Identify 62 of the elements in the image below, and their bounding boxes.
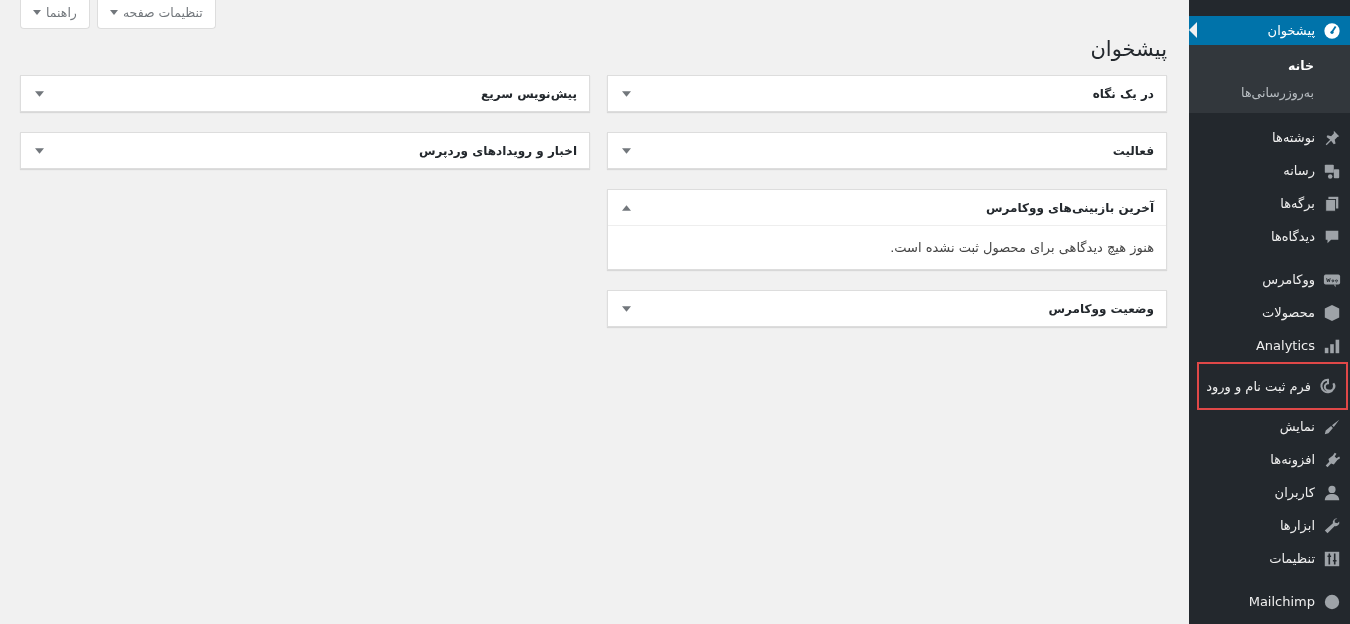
- widget-title: آخرین بازبینی‌های ووکامرس: [986, 200, 1154, 215]
- menu-item[interactable]: پیشخوان: [1189, 16, 1350, 45]
- gauge-icon: [1323, 21, 1341, 40]
- toggle-icon[interactable]: [622, 90, 631, 97]
- menu-item[interactable]: تنظیمات: [1189, 542, 1350, 575]
- menu-label: ابزارها: [1279, 518, 1315, 533]
- widget-title: اخبار و رویدادهای وردپرس: [418, 143, 577, 158]
- menu-label: Analytics: [1255, 338, 1315, 353]
- menu-item[interactable]: برگه‌ها: [1189, 187, 1350, 220]
- widget-title: وضعیت ووکامرس: [1048, 301, 1154, 316]
- wrench-icon: [1323, 516, 1341, 535]
- swirl-icon: [1319, 377, 1337, 395]
- toggle-icon[interactable]: [622, 305, 631, 312]
- page-title: پیشخوان: [1089, 37, 1167, 61]
- menu-label: افزونه‌ها: [1270, 452, 1315, 467]
- screen-meta-button[interactable]: تنظیمات صفحه: [96, 0, 216, 29]
- menu-item[interactable]: نوشته‌ها: [1189, 121, 1350, 154]
- menu-item[interactable]: فرم ثبت نام و ورود: [1197, 362, 1348, 410]
- menu-label: پیشخوان: [1267, 23, 1315, 38]
- plug-icon: [1323, 450, 1341, 469]
- menu-item[interactable]: کاربران: [1189, 476, 1350, 509]
- menu-item[interactable]: رسانه: [1189, 154, 1350, 187]
- menu-item[interactable]: دیدگاه‌ها: [1189, 220, 1350, 253]
- widget-title: فعالیت: [1112, 143, 1154, 158]
- menu-label: کاربران: [1274, 485, 1315, 500]
- menu-item[interactable]: محصولات: [1189, 296, 1350, 329]
- toggle-icon[interactable]: [35, 147, 44, 154]
- menu-label: نمایش: [1279, 419, 1315, 434]
- user-icon: [1323, 483, 1341, 502]
- menu-item[interactable]: Mailchimp: [1189, 585, 1350, 618]
- caret-icon: [33, 10, 41, 15]
- menu-label: محصولات: [1262, 305, 1315, 320]
- menu-item[interactable]: ابزارها: [1189, 509, 1350, 542]
- screen-meta-button[interactable]: راهنما: [20, 0, 90, 29]
- caret-icon: [109, 10, 118, 15]
- toggle-icon[interactable]: [622, 204, 631, 211]
- menu-label: Mailchimp: [1248, 594, 1315, 609]
- toggle-icon[interactable]: [35, 90, 44, 97]
- menu-label: رسانه: [1283, 163, 1315, 178]
- menu-item[interactable]: افزونه‌ها: [1189, 443, 1350, 476]
- widget-title: در یک نگاه: [1092, 86, 1154, 101]
- menu-label: برگه‌ها: [1280, 196, 1315, 211]
- submenu-item[interactable]: خانه: [1189, 52, 1350, 79]
- current-pointer-icon: [1189, 22, 1197, 38]
- box-icon: [1323, 303, 1341, 322]
- circle-icon: [1323, 592, 1341, 611]
- pin-icon: [1323, 128, 1341, 147]
- sliders-icon: [1323, 549, 1341, 568]
- menu-label: فرم ثبت نام و ورود: [1206, 378, 1311, 394]
- pages-icon: [1323, 194, 1341, 213]
- menu-item[interactable]: نمایش: [1189, 410, 1350, 443]
- menu-label: تنظیمات: [1269, 551, 1315, 566]
- toggle-icon[interactable]: [622, 147, 631, 154]
- brush-icon: [1323, 417, 1341, 436]
- submenu-item[interactable]: به‌روزرسانی‌ها: [1189, 79, 1350, 106]
- menu-label: نوشته‌ها: [1272, 130, 1315, 145]
- menu-item[interactable]: ووکامرس: [1189, 263, 1350, 296]
- menu-label: دیدگاه‌ها: [1271, 229, 1315, 244]
- widget-text: هنوز هیچ دیدگاهی برای محصول ثبت نشده است.: [890, 240, 1154, 255]
- menu-item[interactable]: Analytics: [1189, 329, 1350, 362]
- widget-title: پیش‌نویس سریع: [481, 86, 577, 101]
- menu-label: ووکامرس: [1262, 272, 1315, 287]
